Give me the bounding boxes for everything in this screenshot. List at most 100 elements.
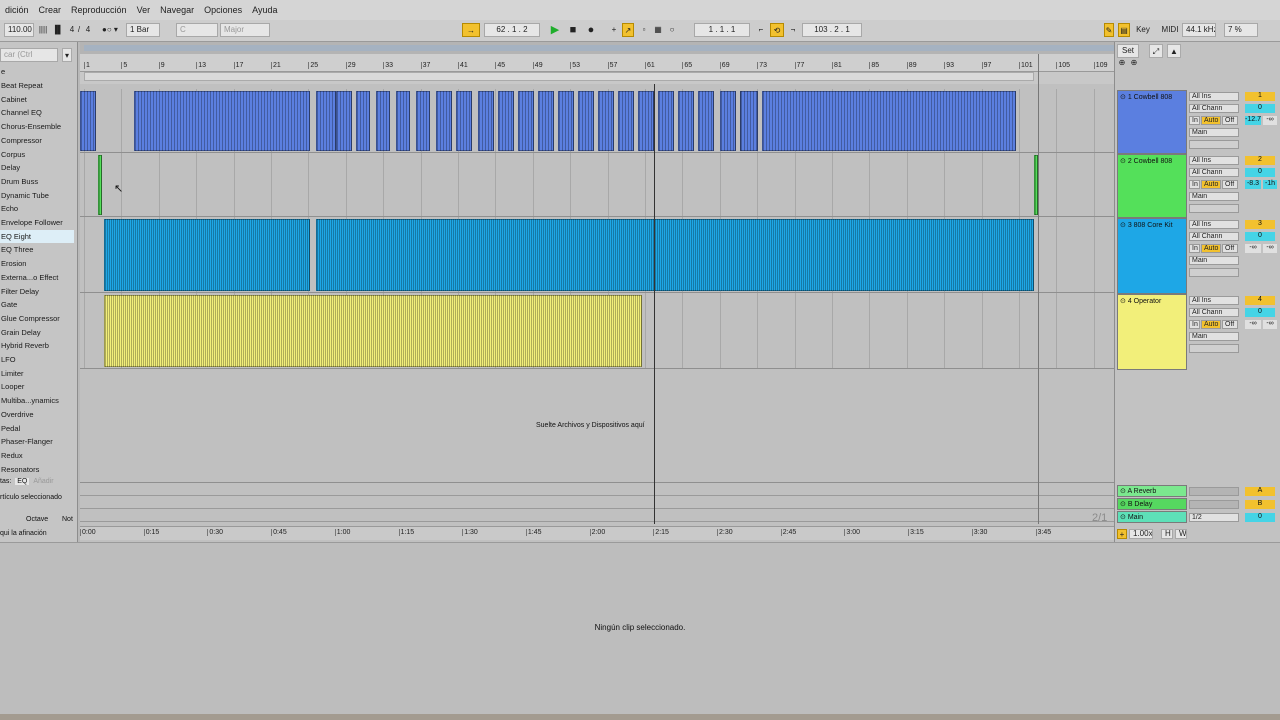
track-name-box[interactable]: ⊙ 4 Operator (1117, 294, 1187, 370)
pan-value[interactable]: -∞ (1263, 244, 1277, 253)
clip[interactable] (478, 91, 494, 151)
monitor-in[interactable]: In (1189, 180, 1200, 189)
return-lane-a[interactable] (80, 483, 1114, 496)
signature-num[interactable]: 4 (68, 23, 76, 37)
h-button[interactable]: H (1161, 529, 1173, 539)
channel-select[interactable]: All Chann (1189, 308, 1239, 317)
browser-item[interactable]: LFO (0, 353, 74, 366)
monitor-off[interactable]: Off (1222, 180, 1238, 189)
record-icon[interactable]: ● (584, 23, 598, 37)
send-value[interactable]: 0 (1245, 232, 1275, 241)
monitor-off[interactable]: Off (1222, 244, 1238, 253)
position-field[interactable]: 62 . 1 . 2 (484, 23, 540, 37)
output-channel[interactable] (1189, 344, 1239, 353)
browser-item[interactable]: Multiba...ynamics (0, 394, 74, 407)
track-activator[interactable]: 1 (1245, 92, 1275, 101)
clip[interactable] (558, 91, 574, 151)
menu-edicion[interactable]: dición (0, 5, 34, 15)
punch-out-icon[interactable]: ¬ (786, 23, 800, 37)
stop-icon[interactable]: ■ (566, 23, 580, 37)
volume-value[interactable]: -∞ (1245, 244, 1261, 253)
tempo-field[interactable]: 110.00 (4, 23, 34, 37)
browser-item[interactable]: Externa...o Effect (0, 271, 74, 284)
clip[interactable] (762, 91, 1016, 151)
volume-value[interactable]: -12.7 (1245, 116, 1261, 125)
clip[interactable] (396, 91, 410, 151)
monitor-in[interactable]: In (1189, 116, 1200, 125)
clip[interactable] (316, 91, 336, 151)
browser-item[interactable]: Chorus-Ensemble (0, 120, 74, 133)
menu-navegar[interactable]: Navegar (155, 5, 199, 15)
clip[interactable] (134, 91, 310, 151)
clip[interactable] (518, 91, 534, 151)
clip[interactable] (376, 91, 390, 151)
draw-mode-icon[interactable]: ✎ (1104, 23, 1114, 37)
nudge-icon[interactable]: ▐▌ (52, 23, 63, 37)
main-lane[interactable] (80, 509, 1114, 522)
browser-item[interactable]: Cabinet (0, 93, 74, 106)
output-select[interactable]: Main (1189, 192, 1239, 201)
track-lane[interactable] (80, 89, 1114, 153)
metronome-icon[interactable]: ●○ ▾ (98, 23, 122, 37)
monitor-in[interactable]: In (1189, 244, 1200, 253)
browser-item[interactable]: Dynamic Tube (0, 189, 74, 202)
track-name-box[interactable]: ⊙ 2 Cowbell 808 (1117, 154, 1187, 218)
add-locator-icon[interactable]: ⊕ (1117, 56, 1127, 70)
scale-select[interactable]: Major (220, 23, 270, 37)
volume-value[interactable]: -8.3 (1245, 180, 1261, 189)
monitor-in[interactable]: In (1189, 320, 1200, 329)
return-name-box[interactable]: ⊙ B Delay (1117, 498, 1187, 510)
pan-value[interactable]: -∞ (1263, 320, 1277, 329)
main-name-box[interactable]: ⊙ Main (1117, 511, 1187, 523)
track-activator[interactable]: 4 (1245, 296, 1275, 305)
main-value[interactable]: 0 (1245, 513, 1275, 522)
track-fold-icon[interactable]: ⊙ (1120, 94, 1128, 101)
track-lane[interactable] (80, 153, 1114, 217)
track-fold-icon[interactable]: ⊙ (1120, 298, 1128, 305)
lock-icon[interactable]: ▲ (1167, 44, 1181, 58)
browser-item[interactable]: Drum Buss (0, 175, 74, 188)
tag-add[interactable]: Añadir (33, 478, 53, 485)
monitor-off[interactable]: Off (1222, 116, 1238, 125)
clip[interactable] (356, 91, 370, 151)
clip[interactable] (104, 295, 642, 367)
browser-item[interactable]: Echo (0, 202, 74, 215)
key-select[interactable]: C (176, 23, 218, 37)
play-icon[interactable]: ▶ (548, 23, 562, 37)
track-activator[interactable]: 3 (1245, 220, 1275, 229)
next-locator-icon[interactable]: ⊕ (1129, 56, 1139, 70)
browser-item[interactable]: Compressor (0, 134, 74, 147)
clip[interactable] (698, 91, 714, 151)
main-output-select[interactable]: 1/2 (1189, 513, 1239, 522)
track-lane[interactable] (80, 217, 1114, 293)
browser-item[interactable]: Corpus (0, 148, 74, 161)
browser-item[interactable]: Gate (0, 298, 74, 311)
clip[interactable] (598, 91, 614, 151)
clip[interactable] (538, 91, 554, 151)
pan-value[interactable]: -1h (1263, 180, 1277, 189)
clip[interactable] (104, 219, 310, 291)
keyboard-icon[interactable]: ▤ (1118, 23, 1130, 37)
capture-icon[interactable]: ▦ (652, 23, 664, 37)
clip[interactable] (638, 91, 654, 151)
monitor-auto[interactable]: Auto (1201, 244, 1221, 253)
clip[interactable] (498, 91, 514, 151)
clip[interactable] (578, 91, 594, 151)
output-select[interactable]: Main (1189, 128, 1239, 137)
clip[interactable] (618, 91, 634, 151)
reenable-icon[interactable]: ▫ (638, 23, 650, 37)
overview-strip[interactable] (80, 42, 1114, 54)
menu-ayuda[interactable]: Ayuda (247, 5, 282, 15)
send-value[interactable]: 0 (1245, 308, 1275, 317)
clip[interactable] (80, 91, 96, 151)
menu-opciones[interactable]: Opciones (199, 5, 247, 15)
return-fold-icon[interactable]: ⊙ (1120, 501, 1128, 508)
return-lane-b[interactable] (80, 496, 1114, 509)
tag-eq[interactable]: EQ (15, 478, 30, 485)
filter-icon[interactable]: ▾ (62, 48, 72, 62)
browser-item[interactable]: Glue Compressor (0, 312, 74, 325)
key-map-button[interactable]: Key (1134, 23, 1152, 37)
time-ruler[interactable]: 0:00 0:15 0:30 0:45 1:00 1:15 1:30 1:45 2:00 2:15… (80, 526, 1114, 540)
input-select[interactable]: All Ins (1189, 296, 1239, 305)
return-name-box[interactable]: ⊙ A Reverb (1117, 485, 1187, 497)
